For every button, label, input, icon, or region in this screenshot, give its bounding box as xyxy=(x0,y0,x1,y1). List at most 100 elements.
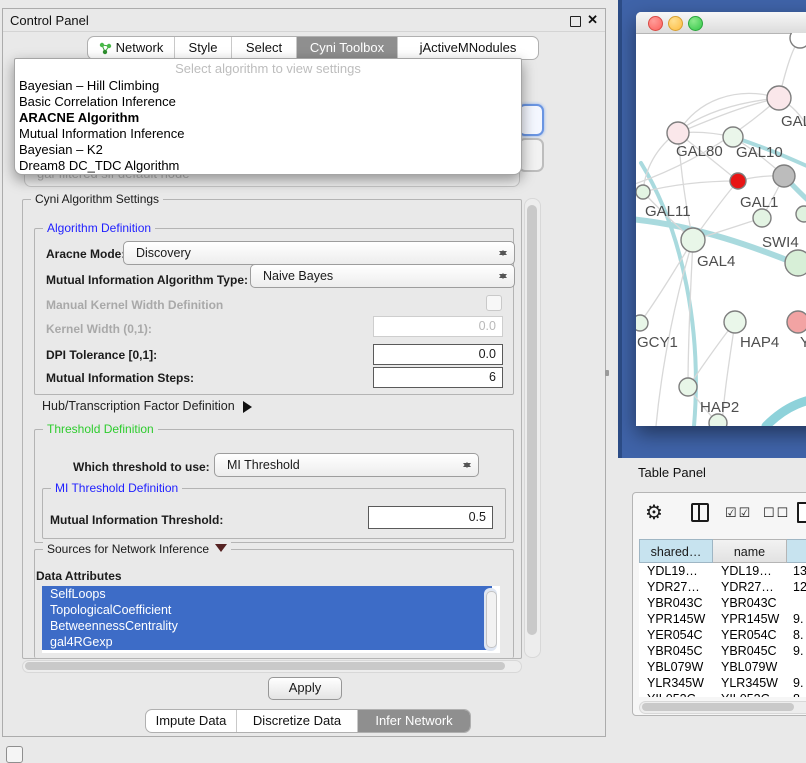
document-icon[interactable] xyxy=(797,502,806,523)
apply-button[interactable]: Apply xyxy=(268,677,342,700)
column-header-shared[interactable]: shared… xyxy=(639,539,713,563)
table-row[interactable]: YIL052CYIL052C8. xyxy=(639,691,806,697)
hub-definition-toggle[interactable]: Hub/Transcription Factor Definition xyxy=(42,399,258,413)
table-panel-title: Table Panel xyxy=(638,465,706,480)
network-node[interactable] xyxy=(636,315,648,331)
table-cell: YBL079W xyxy=(713,659,787,675)
settings-vertical-scrollbar[interactable] xyxy=(524,198,541,658)
tab-select[interactable]: Select xyxy=(232,37,297,59)
tab-style[interactable]: Style xyxy=(175,37,232,59)
tab-cyni-toolbox[interactable]: Cyni Toolbox xyxy=(297,37,398,59)
table-row[interactable]: YBR043CYBR043C xyxy=(639,595,806,611)
node-label-gal1: GAL1 xyxy=(740,194,778,211)
aracne-mode-value: Discovery xyxy=(136,246,191,260)
column-header-a[interactable]: A xyxy=(787,539,806,563)
deselect-all-icon[interactable]: ☐☐ xyxy=(763,505,790,521)
close-traffic-icon[interactable] xyxy=(648,16,663,31)
which-threshold-select[interactable]: MI Threshold xyxy=(214,453,479,477)
algorithm-prompt: Select algorithm to view settings xyxy=(15,59,521,78)
algorithm-option-dream8-dc-tdc-algorithm[interactable]: Dream8 DC_TDC Algorithm xyxy=(15,158,521,174)
attribute-item-selfloops[interactable]: SelfLoops xyxy=(42,586,492,602)
network-graph-canvas[interactable]: GAL7GAL80GAL10GAL1GAL11GAL4SWI4GCY1HAP4Y… xyxy=(636,33,806,426)
network-node[interactable] xyxy=(796,206,806,222)
screen: { "window": { "title": "Control Panel", … xyxy=(0,0,806,762)
manual-kernel-label: Manual Kernel Width Definition xyxy=(46,298,223,312)
algorithm-option-bayesian-k2[interactable]: Bayesian – K2 xyxy=(15,142,521,158)
network-view-window[interactable]: GAL7GAL80GAL10GAL1GAL11GAL4SWI4GCY1HAP4Y… xyxy=(636,12,806,426)
algorithm-option-basic-correlation-inference[interactable]: Basic Correlation Inference xyxy=(15,94,521,110)
table-row[interactable]: YDR27…YDR27…12 xyxy=(639,579,806,595)
table-row[interactable]: YER054CYER054C8. xyxy=(639,627,806,643)
table-cell: 8. xyxy=(787,627,806,643)
network-node[interactable] xyxy=(730,173,746,189)
table-cell: 13 xyxy=(787,563,806,579)
table-cell: 8. xyxy=(787,691,806,697)
network-node[interactable] xyxy=(724,311,746,333)
network-node[interactable] xyxy=(636,185,650,199)
tab-discretize-data[interactable]: Discretize Data xyxy=(237,710,358,732)
table-cell: YBR043C xyxy=(639,595,713,611)
tab-network[interactable]: Network xyxy=(88,37,175,59)
network-edge[interactable] xyxy=(766,395,806,426)
algorithm-option-aracne-algorithm[interactable]: ARACNE Algorithm xyxy=(15,110,521,126)
network-node[interactable] xyxy=(785,250,806,276)
mi-threshold-field[interactable]: 0.5 xyxy=(368,506,493,529)
tab-label: Infer Network xyxy=(375,710,452,732)
algorithm-option-mutual-information-inference[interactable]: Mutual Information Inference xyxy=(15,126,521,142)
gear-icon[interactable]: ⚙ xyxy=(645,500,663,525)
sources-title[interactable]: Sources for Network Inference xyxy=(43,542,231,556)
network-node[interactable] xyxy=(679,378,697,396)
algorithm-dropdown-popup: Select algorithm to view settings Bayesi… xyxy=(14,58,522,175)
dpi-tolerance-field[interactable]: 0.0 xyxy=(373,344,503,365)
chevron-down-icon xyxy=(215,544,227,558)
network-node[interactable] xyxy=(753,209,771,227)
manual-kernel-checkbox[interactable] xyxy=(486,295,502,311)
network-node[interactable] xyxy=(787,311,806,333)
float-panel-icon[interactable] xyxy=(570,16,581,27)
network-edge[interactable] xyxy=(656,240,693,426)
mi-type-select[interactable]: Naive Bayes xyxy=(250,264,515,288)
table-cell: 9. xyxy=(787,643,806,659)
close-icon[interactable]: ✕ xyxy=(587,12,598,28)
aracne-mode-select[interactable]: Discovery xyxy=(123,241,515,265)
network-edge[interactable] xyxy=(636,98,779,185)
select-all-icon[interactable]: ☑☑ xyxy=(725,505,752,521)
attribute-item-topologicalcoefficient[interactable]: TopologicalCoefficient xyxy=(42,602,492,618)
chevron-right-icon xyxy=(243,401,258,413)
column-header-name[interactable]: name xyxy=(713,539,787,563)
split-columns-icon[interactable] xyxy=(691,503,709,522)
settings-horizontal-scrollbar[interactable] xyxy=(22,660,522,673)
network-edge[interactable] xyxy=(636,219,806,283)
table-row[interactable]: YBL079WYBL079W xyxy=(639,659,806,675)
attribute-list-scrollbar[interactable] xyxy=(484,588,497,651)
network-node[interactable] xyxy=(767,86,791,110)
network-node[interactable] xyxy=(667,122,689,144)
table-header: shared…nameA xyxy=(639,539,806,563)
table-row[interactable]: YPR145WYPR145W9. xyxy=(639,611,806,627)
tab-jactivemnodules[interactable]: jActiveMNodules xyxy=(398,37,538,59)
attribute-item-betweennesscentrality[interactable]: BetweennessCentrality xyxy=(42,618,492,634)
network-node[interactable] xyxy=(773,165,795,187)
attribute-item-gal4rgexp[interactable]: gal4RGexp xyxy=(42,634,492,650)
network-node[interactable] xyxy=(681,228,705,252)
zoom-traffic-icon[interactable] xyxy=(688,16,703,31)
tab-infer-network[interactable]: Infer Network xyxy=(358,710,470,732)
minimize-traffic-icon[interactable] xyxy=(668,16,683,31)
table-rows: YDL19…YDL19…13YDR27…YDR27…12YBR043CYBR04… xyxy=(639,563,806,697)
table-horizontal-scrollbar[interactable] xyxy=(639,701,806,714)
network-node[interactable] xyxy=(790,33,806,48)
tab-impute-data[interactable]: Impute Data xyxy=(146,710,237,732)
mi-steps-label: Mutual Information Steps: xyxy=(46,371,194,385)
tab-label: jActiveMNodules xyxy=(420,37,517,59)
control-panel-window: Control Panel ✕ NetworkStyleSelectCyni T… xyxy=(2,8,606,737)
minimized-panel-icon[interactable] xyxy=(6,746,23,763)
table-row[interactable]: YDL19…YDL19…13 xyxy=(639,563,806,579)
split-pane-handle[interactable] xyxy=(605,370,609,376)
table-cell: YDL19… xyxy=(639,563,713,579)
mi-steps-field[interactable]: 6 xyxy=(373,367,503,388)
node-label-gal4: GAL4 xyxy=(697,253,735,270)
kernel-width-field[interactable]: 0.0 xyxy=(373,316,503,337)
algorithm-option-bayesian-hill-climbing[interactable]: Bayesian – Hill Climbing xyxy=(15,78,521,94)
table-row[interactable]: YLR345WYLR345W9. xyxy=(639,675,806,691)
table-row[interactable]: YBR045CYBR045C9. xyxy=(639,643,806,659)
